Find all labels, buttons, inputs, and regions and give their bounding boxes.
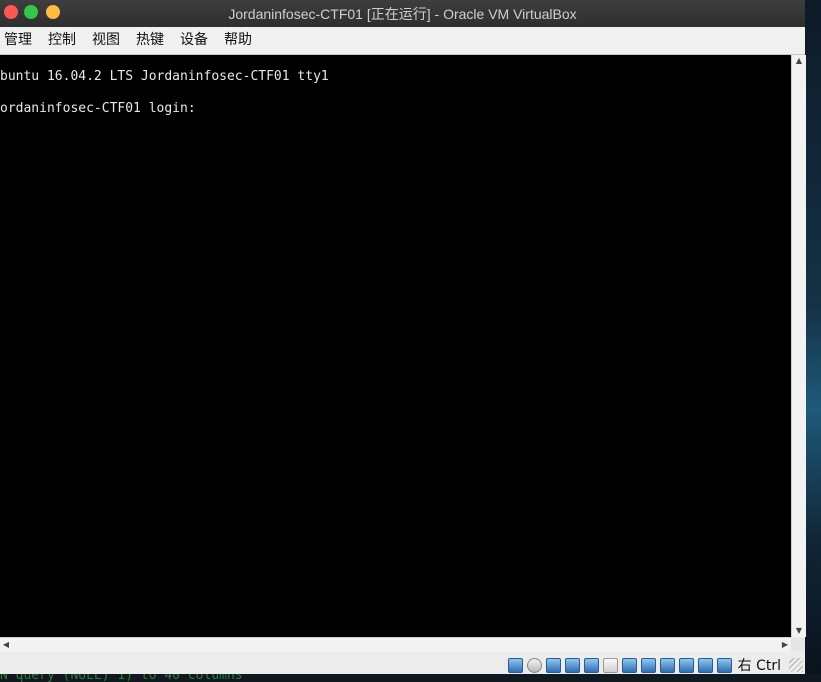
mouse-integration-icon[interactable] <box>697 657 713 673</box>
console-banner: buntu 16.04.2 LTS Jordaninfosec-CTF01 tt… <box>0 69 329 84</box>
status-bar: 右 Ctrl <box>0 652 805 674</box>
window-title: Jordaninfosec-CTF01 [正在运行] - Oracle VM V… <box>228 6 577 22</box>
network-icon[interactable] <box>564 657 580 673</box>
background-terminal-text: N query (NULL) 1) to 40 columns <box>0 674 243 682</box>
scroll-down-icon[interactable]: ▼ <box>792 625 806 637</box>
menu-help[interactable]: 帮助 <box>220 27 257 54</box>
scroll-right-icon[interactable]: ▶ <box>779 639 791 651</box>
menu-hotkeys[interactable]: 热键 <box>132 27 169 54</box>
cpu-icon[interactable] <box>678 657 694 673</box>
host-key-label[interactable]: 右 Ctrl <box>738 655 781 675</box>
keyboard-capture-icon[interactable] <box>716 657 732 673</box>
virtualbox-window: Jordaninfosec-CTF01 [正在运行] - Oracle VM V… <box>0 0 806 674</box>
usb-icon[interactable] <box>583 657 599 673</box>
scrollbar-corner <box>791 637 805 651</box>
shared-folders-icon[interactable] <box>602 657 618 673</box>
menu-devices[interactable]: 设备 <box>176 27 213 54</box>
scroll-left-icon[interactable]: ◀ <box>0 639 12 651</box>
vertical-scrollbar[interactable]: ▲ ▼ <box>791 55 806 637</box>
horizontal-scrollbar[interactable]: ◀ ▶ <box>0 637 791 652</box>
audio-icon[interactable] <box>545 657 561 673</box>
title-bar[interactable]: Jordaninfosec-CTF01 [正在运行] - Oracle VM V… <box>0 0 805 27</box>
menu-control[interactable]: 控制 <box>44 27 81 54</box>
scroll-up-icon[interactable]: ▲ <box>792 55 806 67</box>
video-capture-icon[interactable] <box>640 657 656 673</box>
desktop-background <box>805 0 821 682</box>
menu-bar: 管理 控制 视图 热键 设备 帮助 <box>0 27 805 55</box>
menu-view[interactable]: 视图 <box>88 27 125 54</box>
resize-grip[interactable] <box>789 658 803 672</box>
menu-machine[interactable]: 管理 <box>0 27 37 54</box>
optical-disk-icon[interactable] <box>526 657 542 673</box>
display-icon[interactable] <box>621 657 637 673</box>
screen-capture-icon[interactable] <box>659 657 675 673</box>
hard-disk-icon[interactable] <box>507 657 523 673</box>
status-indicators: 右 Ctrl <box>504 655 781 675</box>
background-terminal: N query (NULL) 1) to 40 columns <box>0 674 821 682</box>
vm-display[interactable]: buntu 16.04.2 LTS Jordaninfosec-CTF01 tt… <box>0 55 791 637</box>
console-login-prompt: ordaninfosec-CTF01 login: <box>0 101 204 116</box>
